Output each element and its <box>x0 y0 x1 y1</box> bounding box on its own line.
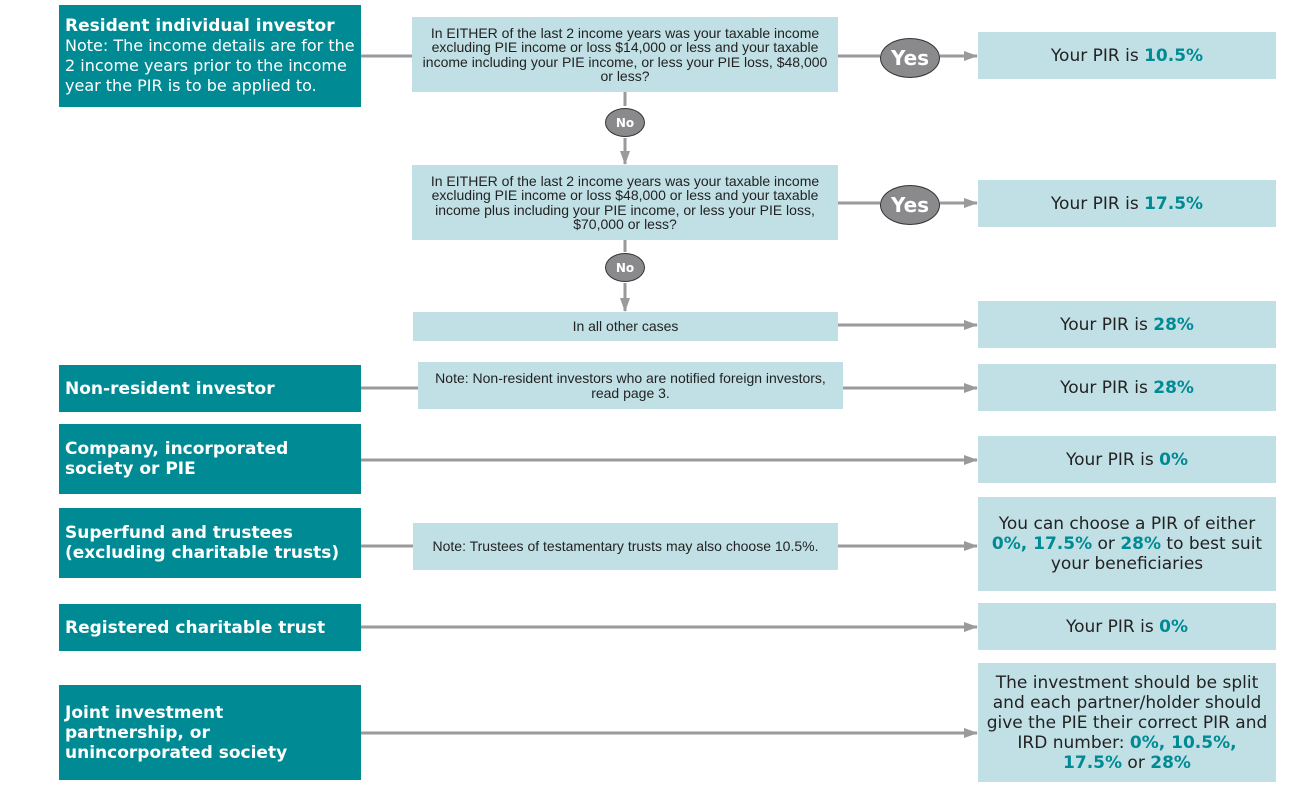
result-prefix: Your PIR is <box>1050 45 1139 66</box>
result-28-resident: Your PIR is 28% <box>978 301 1276 348</box>
result-prefix: Your PIR is <box>1060 377 1148 398</box>
result-rate: 0%, 17.5% <box>991 534 1093 554</box>
result-prefix: Your PIR is <box>1060 314 1148 335</box>
result-rate: 28% <box>1153 314 1194 335</box>
investor-resident: Resident individual investor Note: The i… <box>59 5 361 107</box>
result-text: or <box>1122 752 1151 773</box>
investor-resident-note: Note: The income details are for the 2 i… <box>65 36 355 95</box>
result-text: or <box>1092 534 1121 554</box>
question-1: In EITHER of the last 2 income years was… <box>412 17 838 92</box>
other-cases-box: In all other cases <box>413 312 838 341</box>
result-rate: 28% <box>1120 534 1162 554</box>
result-prefix: Your PIR is <box>1065 449 1154 470</box>
result-prefix: Your PIR is <box>1065 616 1154 637</box>
nonresident-note: Note: Non-resident investors who are not… <box>418 362 843 409</box>
investor-registered-charitable: Registered charitable trust <box>59 604 361 651</box>
investor-superfund: Superfund and trustees (excluding charit… <box>59 508 361 578</box>
trustee-note: Note: Trustees of testamentary trusts ma… <box>413 523 838 570</box>
result-0-company: Your PIR is 0% <box>978 436 1276 483</box>
no-decision-1: No <box>605 108 645 137</box>
investor-registered-title: Registered charitable trust <box>65 617 326 638</box>
result-17-5: Your PIR is 17.5% <box>978 180 1276 227</box>
result-prefix: Your PIR is <box>1050 193 1139 214</box>
result-28-nonresident: Your PIR is 28% <box>978 364 1276 411</box>
investor-nonresident: Non-resident investor <box>59 365 361 412</box>
result-rate: 0% <box>1159 449 1189 470</box>
investor-resident-title: Resident individual investor <box>65 16 335 36</box>
result-rate: 28% <box>1153 377 1194 398</box>
investor-nonresident-title: Non-resident investor <box>65 378 275 399</box>
investor-company: Company, incorporated society or PIE <box>59 424 361 494</box>
result-joint: The investment should be split and each … <box>978 663 1276 782</box>
yes-decision-2: Yes <box>880 185 940 225</box>
question-2: In EITHER of the last 2 income years was… <box>412 165 838 240</box>
result-0-charitable: Your PIR is 0% <box>978 603 1276 650</box>
investor-company-title: Company, incorporated society or PIE <box>65 439 289 479</box>
no-decision-2: No <box>605 253 645 282</box>
result-10-5: Your PIR is 10.5% <box>978 32 1276 79</box>
yes-decision-1: Yes <box>880 38 940 78</box>
investor-superfund-title: Superfund and trustees (excluding charit… <box>65 523 340 563</box>
result-rate: 28% <box>1150 752 1191 773</box>
investor-joint-title: Joint investment partnership, or unincor… <box>65 702 288 763</box>
investor-joint: Joint investment partnership, or unincor… <box>59 685 361 780</box>
result-rate: 10.5% <box>1144 45 1204 66</box>
result-superfund-choice: You can choose a PIR of either 0%, 17.5%… <box>978 497 1276 591</box>
result-rate: 0% <box>1159 616 1189 637</box>
result-rate: 17.5% <box>1144 193 1204 214</box>
result-text: You can choose a PIR of either <box>998 514 1256 534</box>
